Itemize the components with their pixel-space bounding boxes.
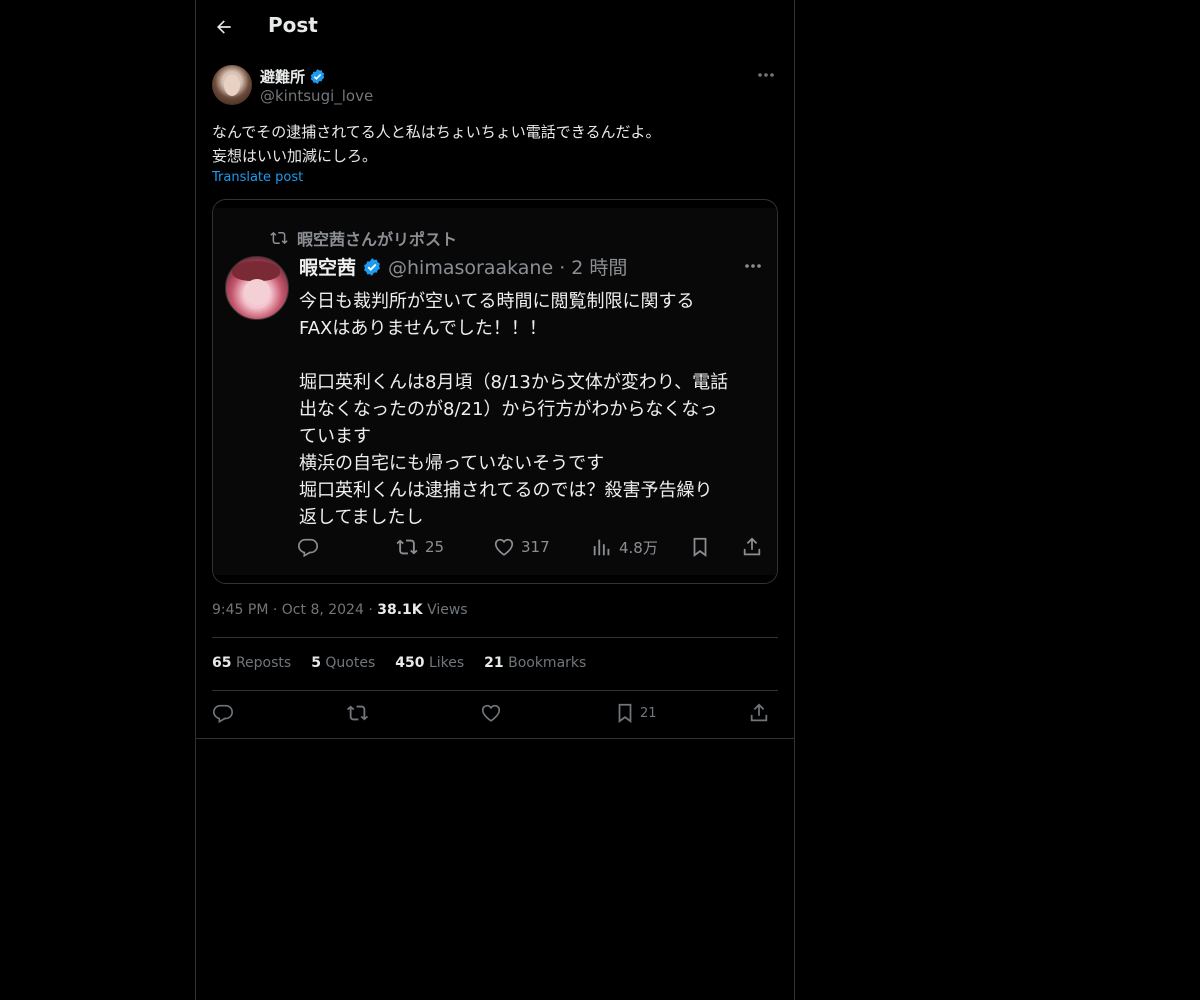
quoted-more — [741, 256, 765, 276]
reply-icon — [213, 704, 233, 724]
repost-icon — [270, 231, 288, 245]
bookmark-count: 21 — [640, 705, 657, 721]
repost-icon — [346, 705, 369, 721]
bookmark-icon — [618, 703, 632, 723]
quoted-like: 317 — [493, 536, 550, 558]
bookmark-icon — [693, 537, 707, 557]
quoted-header: 暇空茜 @himasoraakane · 2 時間 — [299, 253, 627, 280]
quoted-bookmark — [689, 536, 711, 558]
bookmarks-stat[interactable]: 21 Bookmarks — [484, 655, 586, 671]
post-text: なんでその逮捕されてる人と私はちょいちょい電話できるんだよ。 妄想はいい加減にし… — [212, 123, 661, 165]
action-bar: 21 — [212, 702, 778, 728]
share-icon — [750, 703, 768, 722]
embedded-image[interactable]: 暇空茜さんがリポスト 暇空茜 @himasoraakane · 2 時間 今日も… — [212, 199, 778, 584]
divider — [196, 738, 794, 739]
share-button[interactable] — [748, 702, 770, 724]
divider — [212, 690, 778, 691]
back-button[interactable] — [208, 11, 240, 43]
more-icon — [758, 73, 774, 77]
more-icon — [745, 264, 761, 268]
quoted-repost-count: 25 — [425, 538, 445, 556]
views-count: 38.1K — [377, 602, 423, 618]
reposts-stat[interactable]: 65 Reposts — [212, 655, 291, 671]
more-button[interactable] — [754, 65, 778, 85]
author-name-row[interactable]: 避難所 — [260, 66, 326, 87]
divider — [212, 637, 778, 638]
reply-button[interactable] — [212, 702, 234, 724]
page-title: Post — [268, 13, 318, 37]
like-icon — [494, 538, 514, 556]
share-icon — [743, 537, 761, 556]
top-bar: Post — [196, 0, 794, 53]
author-display-name[interactable]: 避難所 — [260, 66, 305, 87]
quoted-avatar — [225, 256, 289, 320]
post-column: Post 避難所 @kintsugi_love なんでその逮捕されてる人と私はち… — [195, 0, 795, 1000]
reply-icon — [298, 538, 318, 558]
repost-icon — [396, 539, 418, 555]
post-author: 避難所 @kintsugi_love — [212, 65, 778, 107]
quoted-repost: 25 — [395, 536, 444, 558]
quoted-action-bar: 25 317 4.8万 — [297, 536, 767, 564]
verified-badge-icon — [310, 69, 325, 84]
post-date[interactable]: Oct 8, 2024 — [282, 602, 364, 618]
repost-label: 暇空茜さんがリポスト — [297, 230, 458, 249]
bookmark-button[interactable]: 21 — [614, 702, 657, 724]
views-label: Views — [427, 602, 468, 618]
engagement-stats: 65 Reposts 5 Quotes 450 Likes 21 Bookmar… — [212, 655, 586, 671]
like-button[interactable] — [480, 702, 502, 724]
quoted-share — [741, 536, 763, 558]
quoted-view-count: 4.8万 — [619, 538, 658, 557]
author-handle[interactable]: @kintsugi_love — [260, 87, 373, 105]
quotes-stat[interactable]: 5 Quotes — [311, 655, 375, 671]
quoted-reply — [297, 536, 319, 558]
verified-badge-icon — [364, 257, 380, 276]
like-icon — [481, 704, 501, 722]
quoted-post-screenshot: 暇空茜さんがリポスト 暇空茜 @himasoraakane · 2 時間 今日も… — [213, 208, 777, 575]
repost-button[interactable] — [346, 702, 369, 724]
back-arrow-icon — [217, 20, 231, 34]
quoted-display-name: 暇空茜 — [299, 257, 357, 279]
quoted-views: 4.8万 — [591, 536, 658, 558]
post-meta: 9:45 PM · Oct 8, 2024 · 38.1K Views — [212, 602, 468, 618]
translate-post-link[interactable]: Translate post — [212, 170, 303, 185]
views-icon — [593, 539, 610, 556]
quoted-text: 今日も裁判所が空いてる時間に閲覧制限に関する FAXはありませんでした！！！ 堀… — [299, 291, 729, 528]
repost-indicator: 暇空茜さんがリポスト — [269, 226, 457, 250]
quoted-like-count: 317 — [521, 538, 550, 556]
likes-stat[interactable]: 450 Likes — [395, 655, 464, 671]
avatar[interactable] — [212, 65, 252, 105]
quoted-handle-time: @himasoraakane · 2 時間 — [388, 257, 628, 279]
post-time[interactable]: 9:45 PM — [212, 602, 268, 618]
